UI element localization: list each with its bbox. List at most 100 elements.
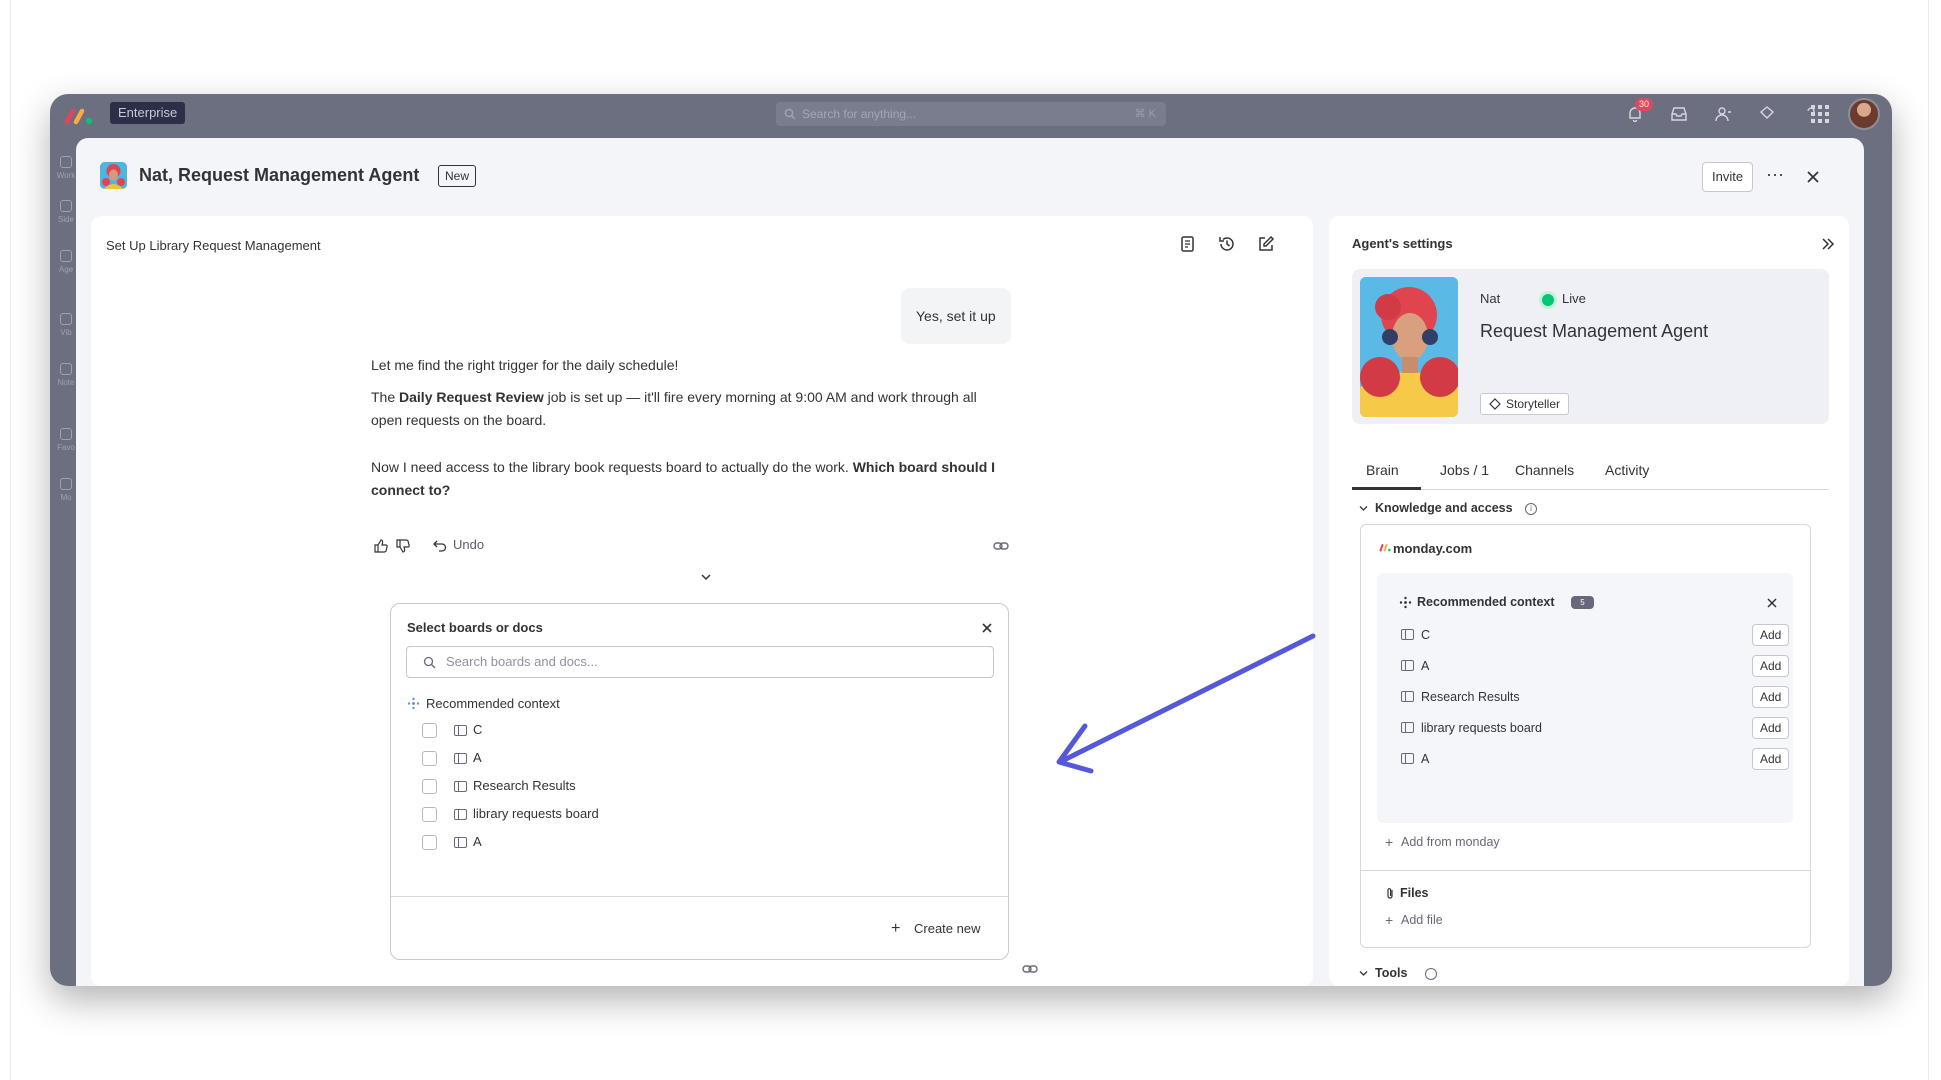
add-button[interactable]: Add bbox=[1752, 748, 1790, 770]
settings-title: Agent's settings bbox=[1352, 236, 1453, 251]
rail-item-more[interactable]: Mo bbox=[56, 478, 76, 502]
rail-item-side[interactable]: Side bbox=[56, 200, 76, 224]
chevron-down-icon bbox=[1359, 971, 1368, 976]
tab-channels[interactable]: Channels bbox=[1515, 462, 1574, 478]
divider bbox=[1361, 870, 1810, 871]
checkbox[interactable] bbox=[422, 723, 437, 738]
close-icon[interactable] bbox=[1767, 598, 1777, 608]
rail-item-notetaker[interactable]: Note bbox=[56, 363, 76, 387]
board-icon bbox=[1401, 753, 1414, 764]
item-label: Research Results bbox=[473, 778, 576, 793]
checkbox[interactable] bbox=[422, 779, 437, 794]
recommended-item: A Add bbox=[1401, 747, 1791, 771]
agent-settings-panel: Agent's settings Nat Live Request Manage… bbox=[1329, 216, 1849, 986]
link-icon[interactable] bbox=[993, 538, 1009, 554]
left-rail: Work Side Age Vib Note Favo Mo bbox=[50, 138, 76, 986]
chevron-down-icon[interactable] bbox=[699, 570, 713, 584]
rail-item-work[interactable]: Work bbox=[56, 156, 76, 180]
item-label: library requests board bbox=[473, 806, 599, 821]
documents-icon[interactable] bbox=[1178, 234, 1198, 254]
user-message: Yes, set it up bbox=[901, 288, 1011, 344]
live-status: Live bbox=[1562, 291, 1586, 306]
notifications-button[interactable]: 30 bbox=[1624, 98, 1654, 128]
message-actions: Undo bbox=[373, 536, 1021, 556]
board-icon bbox=[1401, 660, 1414, 671]
link-icon[interactable] bbox=[1022, 963, 1038, 975]
settings-tabs: Brain Jobs / 1 Channels Activity bbox=[1352, 454, 1829, 490]
invite-members-button[interactable] bbox=[1712, 100, 1734, 128]
plan-badge: Enterprise bbox=[110, 102, 186, 124]
storyteller-tag[interactable]: Storyteller bbox=[1480, 393, 1570, 415]
section-label: Tools bbox=[1375, 966, 1408, 980]
user-avatar[interactable] bbox=[1848, 98, 1880, 130]
close-icon[interactable] bbox=[981, 622, 993, 634]
rail-label: Side bbox=[57, 215, 74, 224]
thumbs-up-icon[interactable] bbox=[373, 538, 389, 554]
page-edge bbox=[1928, 0, 1929, 1080]
tab-jobs[interactable]: Jobs / 1 bbox=[1440, 462, 1489, 478]
checkbox[interactable] bbox=[422, 807, 437, 822]
checkbox[interactable] bbox=[422, 751, 437, 766]
sidebar-icon bbox=[60, 200, 72, 212]
rail-item-vibe[interactable]: Vib bbox=[56, 313, 76, 337]
new-badge: New bbox=[438, 165, 477, 187]
apps-grid-icon[interactable] bbox=[1810, 104, 1830, 124]
new-chat-icon[interactable] bbox=[1256, 234, 1276, 254]
tab-activity[interactable]: Activity bbox=[1605, 462, 1649, 478]
notetaker-icon bbox=[60, 363, 72, 375]
add-button[interactable]: Add bbox=[1752, 686, 1790, 708]
add-button[interactable]: Add bbox=[1752, 624, 1790, 646]
picker-title: Select boards or docs bbox=[407, 620, 543, 635]
add-file-button[interactable]: + Add file bbox=[1385, 912, 1443, 928]
board-icon bbox=[454, 809, 467, 820]
board-icon bbox=[454, 753, 467, 764]
tools-section-header[interactable]: Tools bbox=[1359, 966, 1407, 980]
search-icon bbox=[423, 656, 436, 669]
button-label: Add file bbox=[1401, 913, 1443, 927]
agent-role: Request Management Agent bbox=[1480, 321, 1709, 341]
create-new-button[interactable]: + Create new bbox=[891, 920, 981, 937]
close-modal-icon[interactable] bbox=[1800, 164, 1826, 190]
chevron-down-icon bbox=[1359, 506, 1368, 511]
item-label: C bbox=[1421, 628, 1431, 642]
board-icon bbox=[454, 837, 467, 848]
rail-label: Vib bbox=[60, 328, 72, 337]
rail-item-agents[interactable]: Age bbox=[56, 250, 76, 274]
thumbs-down-icon[interactable] bbox=[395, 538, 411, 554]
monday-logo-icon bbox=[1379, 544, 1391, 552]
more-options-button[interactable]: ··· bbox=[1762, 164, 1788, 190]
board-search-input[interactable]: Search boards and docs... bbox=[406, 646, 994, 678]
inbox-button[interactable] bbox=[1668, 100, 1690, 128]
double-chevron-right-icon[interactable] bbox=[1820, 236, 1836, 252]
undo-button[interactable]: Undo bbox=[453, 537, 484, 552]
history-icon[interactable] bbox=[1217, 234, 1237, 254]
heart-icon bbox=[60, 313, 72, 325]
item-label: Research Results bbox=[1421, 690, 1520, 704]
rail-item-favorites[interactable]: Favo bbox=[56, 428, 76, 452]
invite-button[interactable]: Invite bbox=[1702, 162, 1754, 192]
board-icon bbox=[454, 781, 467, 792]
item-label: A bbox=[1421, 752, 1430, 766]
chat-panel: Set Up Library Request Management Yes, s… bbox=[91, 216, 1313, 986]
add-button[interactable]: Add bbox=[1752, 655, 1790, 677]
rail-label: Note bbox=[57, 378, 75, 387]
monday-logo-icon bbox=[64, 108, 92, 125]
knowledge-section-header[interactable]: Knowledge and access bbox=[1359, 501, 1513, 515]
undo-icon[interactable] bbox=[431, 538, 447, 554]
more-icon bbox=[60, 478, 72, 490]
add-from-monday-button[interactable]: + Add from monday bbox=[1385, 834, 1500, 850]
info-icon[interactable]: i bbox=[1525, 503, 1537, 515]
button-label: Create new bbox=[914, 921, 981, 936]
top-bar: Enterprise Search for anything... ⌘ K 30 bbox=[50, 94, 1892, 138]
checkbox[interactable] bbox=[422, 835, 437, 850]
global-search-input[interactable]: Search for anything... ⌘ K bbox=[776, 102, 1166, 126]
sparkle-icon bbox=[407, 697, 420, 710]
puzzle-icon bbox=[1759, 106, 1775, 119]
info-icon[interactable] bbox=[1425, 968, 1437, 980]
modal-title: Nat, Request Management Agent bbox=[139, 165, 420, 185]
add-button[interactable]: Add bbox=[1752, 717, 1790, 739]
apps-marketplace-button[interactable] bbox=[1756, 100, 1778, 128]
tab-brain[interactable]: Brain bbox=[1366, 462, 1399, 478]
chat-tools bbox=[1178, 234, 1276, 254]
files-label: Files bbox=[1385, 886, 1429, 900]
